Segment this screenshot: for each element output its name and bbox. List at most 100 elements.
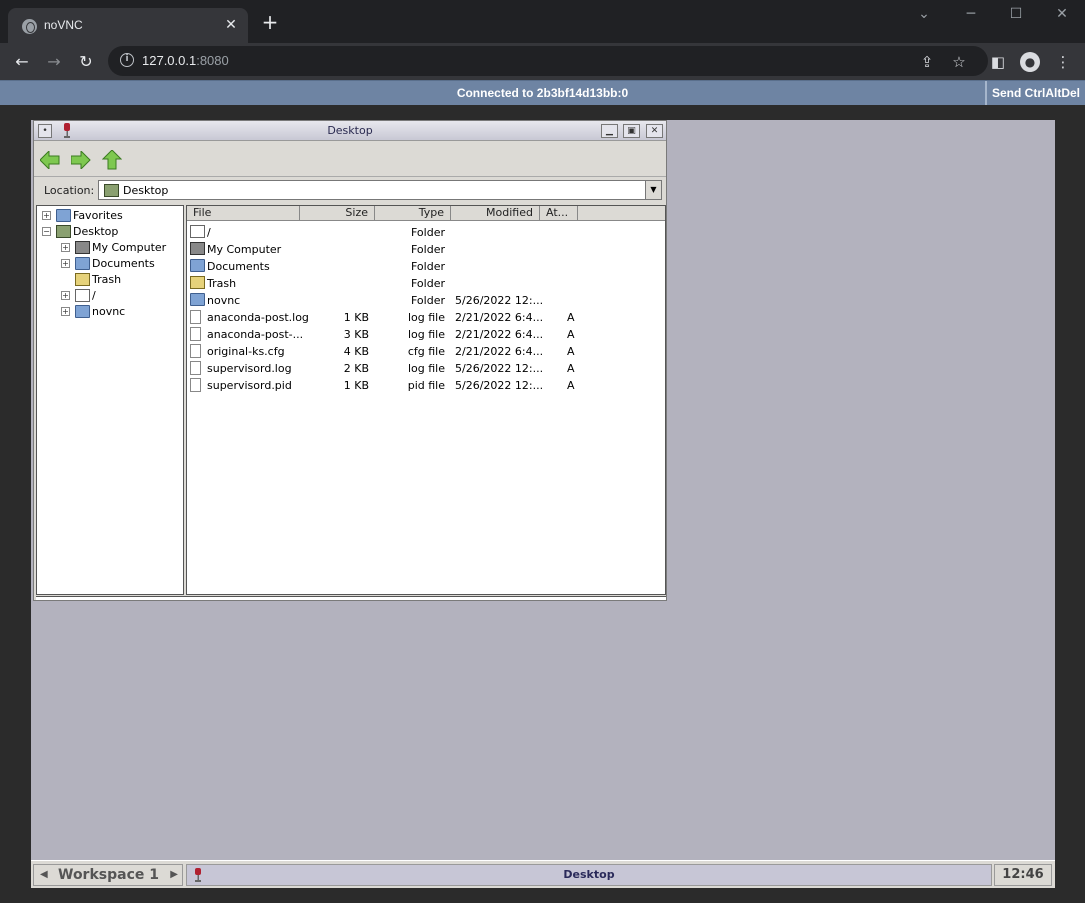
close-window-button[interactable]: ✕ — [1047, 6, 1077, 22]
back-icon[interactable]: ← — [12, 52, 32, 72]
file-modified: 5/26/2022 12:... — [455, 362, 544, 375]
file-size: 4 KB — [343, 345, 369, 358]
file-type: log file — [407, 328, 445, 341]
location-label: Location: — [44, 184, 95, 197]
file-size: 1 KB — [343, 311, 369, 324]
tab-title: noVNC — [44, 18, 83, 32]
folder-icon — [190, 293, 205, 306]
address-bar[interactable]: i 127.0.0.1:8080 — [108, 46, 988, 76]
expand-icon[interactable]: + — [42, 211, 51, 220]
file-modified: 2/21/2022 6:4... — [455, 328, 544, 341]
column-header[interactable]: File — [187, 206, 300, 221]
file-row[interactable]: supervisord.log 2 KB log file 5/26/2022 12:… — [187, 360, 665, 377]
file-name: novnc — [207, 294, 241, 307]
menu-kebab-icon[interactable]: ⋮ — [1053, 52, 1073, 72]
file-modified: 5/26/2022 12:... — [455, 379, 544, 392]
file-type: cfg file — [407, 345, 445, 358]
minimize-button[interactable]: ─ — [956, 6, 986, 22]
forward-icon[interactable]: → — [44, 52, 64, 72]
share-icon[interactable]: ⇪ — [917, 52, 937, 72]
taskbar-task-desktop[interactable]: Desktop — [186, 864, 992, 886]
expand-icon[interactable]: + — [61, 291, 70, 300]
documents-icon — [75, 257, 90, 270]
tree-item[interactable]: + / — [37, 288, 183, 304]
expand-icon[interactable]: + — [61, 259, 70, 268]
tree-item[interactable]: + novnc — [37, 304, 183, 320]
file-row[interactable]: / Folder — [187, 224, 665, 241]
column-header[interactable]: Type — [375, 206, 451, 221]
back-arrow-icon[interactable] — [40, 151, 60, 169]
tree-item[interactable]: + Favorites — [37, 208, 183, 224]
window-maximize-button[interactable]: ▣ — [623, 124, 640, 138]
file-icon — [190, 327, 201, 341]
file-row[interactable]: anaconda-post-... 3 KB log file 2/21/2022 6… — [187, 326, 665, 343]
tree-item[interactable]: − Desktop — [37, 224, 183, 240]
file-type: Folder — [411, 243, 445, 256]
reload-icon[interactable]: ↻ — [76, 52, 96, 72]
site-info-icon[interactable]: i — [120, 53, 134, 67]
desktop-icon — [56, 225, 71, 238]
wine-icon — [195, 868, 201, 882]
tree-item-label: / — [92, 289, 96, 302]
file-name: Trash — [207, 277, 237, 290]
tab-search-icon[interactable]: ⌄ — [909, 6, 939, 22]
tree-item-label: Favorites — [73, 209, 123, 222]
collapse-icon[interactable]: − — [42, 227, 51, 236]
file-name: supervisord.log — [207, 362, 292, 375]
file-list[interactable]: File Size Type Modified At... / Folder My Compu… — [186, 205, 666, 595]
location-combobox[interactable]: Desktop ▼ — [98, 180, 662, 200]
close-tab-icon[interactable]: ✕ — [222, 16, 240, 34]
drive-icon — [190, 225, 205, 238]
file-attr: A — [567, 362, 575, 375]
tree-item[interactable]: + My Computer — [37, 240, 183, 256]
window-titlebar[interactable]: • Desktop ▁ ▣ ✕ — [34, 121, 666, 141]
location-value: Desktop — [123, 184, 169, 197]
file-name: / — [207, 226, 211, 239]
file-row[interactable]: novnc Folder 5/26/2022 12:... — [187, 292, 665, 309]
up-arrow-icon[interactable] — [102, 150, 122, 170]
file-attr: A — [567, 345, 575, 358]
column-header[interactable]: At... — [540, 206, 578, 221]
novnc-status-bar: Connected to 2b3bf14d13bb:0 Send CtrlAlt… — [0, 80, 1085, 105]
tree-item-label: Trash — [92, 273, 122, 286]
expand-icon[interactable]: + — [61, 307, 70, 316]
maximize-button[interactable]: ☐ — [1001, 6, 1031, 22]
column-header[interactable]: Modified — [451, 206, 540, 221]
forward-arrow-icon[interactable] — [71, 151, 91, 169]
tree-item-label: My Computer — [92, 241, 167, 254]
file-row[interactable]: original-ks.cfg 4 KB cfg file 2/21/2022 6:4… — [187, 343, 665, 360]
column-header[interactable]: Size — [300, 206, 375, 221]
window-minimize-button[interactable]: ▁ — [601, 124, 618, 138]
file-row[interactable]: Documents Folder — [187, 258, 665, 275]
chevron-down-icon[interactable]: ▼ — [645, 181, 661, 199]
folder-icon — [75, 305, 90, 318]
file-modified: 2/21/2022 6:4... — [455, 311, 544, 324]
bookmark-star-icon[interactable]: ☆ — [949, 52, 969, 72]
workspace-prev-icon[interactable]: ◀ — [40, 865, 48, 885]
new-tab-button[interactable]: + — [258, 12, 282, 32]
file-type: pid file — [407, 379, 445, 392]
file-row[interactable]: supervisord.pid 1 KB pid file 5/26/2022 12:… — [187, 377, 665, 394]
horizontal-scrollbar[interactable] — [36, 596, 666, 600]
workspace-switcher[interactable]: ◀ Workspace 1 ▶ — [33, 864, 183, 886]
send-ctrlaltdel-button[interactable]: Send CtrlAltDel — [985, 81, 1085, 105]
clock: 12:46 — [994, 864, 1052, 886]
file-modified: 2/21/2022 6:4... — [455, 345, 544, 358]
window-close-button[interactable]: ✕ — [646, 124, 663, 138]
workspace-next-icon[interactable]: ▶ — [170, 865, 178, 885]
browser-tab[interactable]: noVNC ✕ — [8, 8, 248, 43]
tree-item-label: novnc — [92, 305, 126, 318]
tree-item[interactable]: Trash — [37, 272, 183, 288]
url-text: 127.0.0.1:8080 — [142, 53, 229, 68]
folder-tree[interactable]: + Favorites − Desktop + My Computer + Documents… — [36, 205, 184, 595]
profile-avatar[interactable]: ● — [1020, 52, 1040, 72]
file-row[interactable]: anaconda-post.log 1 KB log file 2/21/2022 6… — [187, 309, 665, 326]
file-row[interactable]: My Computer Folder — [187, 241, 665, 258]
side-panel-icon[interactable]: ◧ — [988, 52, 1008, 72]
file-row[interactable]: Trash Folder — [187, 275, 665, 292]
tree-item-label: Documents — [92, 257, 155, 270]
expand-icon[interactable]: + — [61, 243, 70, 252]
tree-item[interactable]: + Documents — [37, 256, 183, 272]
trash-icon — [190, 276, 205, 289]
file-icon — [190, 344, 201, 358]
